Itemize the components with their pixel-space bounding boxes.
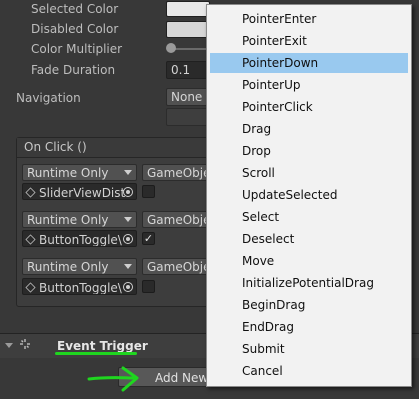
- menu-item-move[interactable]: Move: [210, 251, 408, 271]
- runtime-dropdown-2[interactable]: Runtime Only: [22, 211, 137, 228]
- event-trigger-title: Event Trigger: [57, 339, 148, 353]
- menu-item-cancel[interactable]: Cancel: [210, 361, 408, 381]
- chevron-down-icon: [124, 264, 132, 269]
- arg-checkbox-1[interactable]: [142, 185, 155, 198]
- event-trigger-component-icon: [19, 338, 31, 350]
- gameobject-icon: [25, 282, 36, 293]
- gameobject-icon: [25, 234, 36, 245]
- disabled-color-label: Disabled Color: [31, 22, 119, 36]
- runtime-dropdown-1[interactable]: Runtime Only: [22, 164, 137, 181]
- selected-color-swatch[interactable]: [166, 1, 210, 17]
- function-dropdown-3[interactable]: GameObjec: [142, 258, 216, 275]
- menu-item-deselect[interactable]: Deselect: [210, 229, 408, 249]
- color-multiplier-slider-thumb[interactable]: [166, 43, 176, 53]
- color-multiplier-slider-track[interactable]: [170, 48, 210, 50]
- arg-checkbox-3[interactable]: [142, 280, 155, 293]
- object-picker-icon[interactable]: [123, 282, 133, 292]
- fade-duration-field[interactable]: 0.1: [166, 61, 210, 79]
- menu-item-submit[interactable]: Submit: [210, 339, 408, 359]
- target-object-field-2-label: ButtonToggle\: [39, 233, 122, 247]
- on-click-title: On Click (): [24, 140, 87, 154]
- function-dropdown-2[interactable]: GameObjec: [142, 211, 216, 228]
- menu-item-drag[interactable]: Drag: [210, 119, 408, 139]
- menu-item-begindrag[interactable]: BeginDrag: [210, 295, 408, 315]
- runtime-dropdown-3-label: Runtime Only: [27, 260, 109, 274]
- menu-item-enddrag[interactable]: EndDrag: [210, 317, 408, 337]
- foldout-arrow-icon[interactable]: [5, 343, 13, 348]
- menu-item-drop[interactable]: Drop: [210, 141, 408, 161]
- selected-color-label: Selected Color: [31, 2, 119, 16]
- checkmark-icon: ✓: [143, 232, 154, 245]
- target-object-field-1-label: SliderViewDist: [39, 186, 126, 200]
- chevron-down-icon: [124, 170, 132, 175]
- menu-item-scroll[interactable]: Scroll: [210, 163, 408, 183]
- arg-checkbox-2[interactable]: ✓: [142, 232, 155, 245]
- navigation-label: Navigation: [16, 91, 81, 105]
- runtime-dropdown-2-label: Runtime Only: [27, 213, 109, 227]
- function-dropdown-1[interactable]: GameObjec: [142, 164, 216, 181]
- on-click-header: On Click (): [17, 138, 215, 158]
- menu-item-pointerclick[interactable]: PointerClick: [210, 97, 408, 117]
- object-picker-icon[interactable]: [123, 187, 133, 197]
- annotation-arrow-icon: [87, 366, 139, 392]
- menu-item-updateselected[interactable]: UpdateSelected: [210, 185, 408, 205]
- target-object-field-3-label: ButtonToggle\: [39, 281, 122, 295]
- annotation-underline: [55, 352, 137, 355]
- navigation-visualize-button[interactable]: [166, 108, 210, 126]
- target-object-field-3[interactable]: ButtonToggle\: [22, 278, 137, 295]
- menu-item-pointerenter[interactable]: PointerEnter: [210, 9, 408, 29]
- color-multiplier-label: Color Multiplier: [31, 42, 123, 56]
- menu-item-pointerdown[interactable]: PointerDown: [210, 53, 408, 73]
- event-type-menu: PointerEnter PointerExit PointerDown Poi…: [206, 4, 412, 387]
- navigation-dropdown[interactable]: None: [166, 88, 210, 106]
- menu-item-pointerexit[interactable]: PointerExit: [210, 31, 408, 51]
- fade-duration-label: Fade Duration: [31, 63, 116, 77]
- target-object-field-1[interactable]: SliderViewDist: [22, 183, 137, 200]
- add-new-event-type-label: Add New: [155, 371, 209, 385]
- menu-item-initializepotentialdrag[interactable]: InitializePotentialDrag: [210, 273, 408, 293]
- runtime-dropdown-1-label: Runtime Only: [27, 166, 109, 180]
- menu-item-select[interactable]: Select: [210, 207, 408, 227]
- chevron-down-icon: [124, 217, 132, 222]
- disabled-color-swatch[interactable]: [166, 21, 210, 38]
- object-picker-icon[interactable]: [123, 234, 133, 244]
- target-object-field-2[interactable]: ButtonToggle\: [22, 230, 137, 247]
- runtime-dropdown-3[interactable]: Runtime Only: [22, 258, 137, 275]
- gameobject-icon: [25, 187, 36, 198]
- menu-item-pointerup[interactable]: PointerUp: [210, 75, 408, 95]
